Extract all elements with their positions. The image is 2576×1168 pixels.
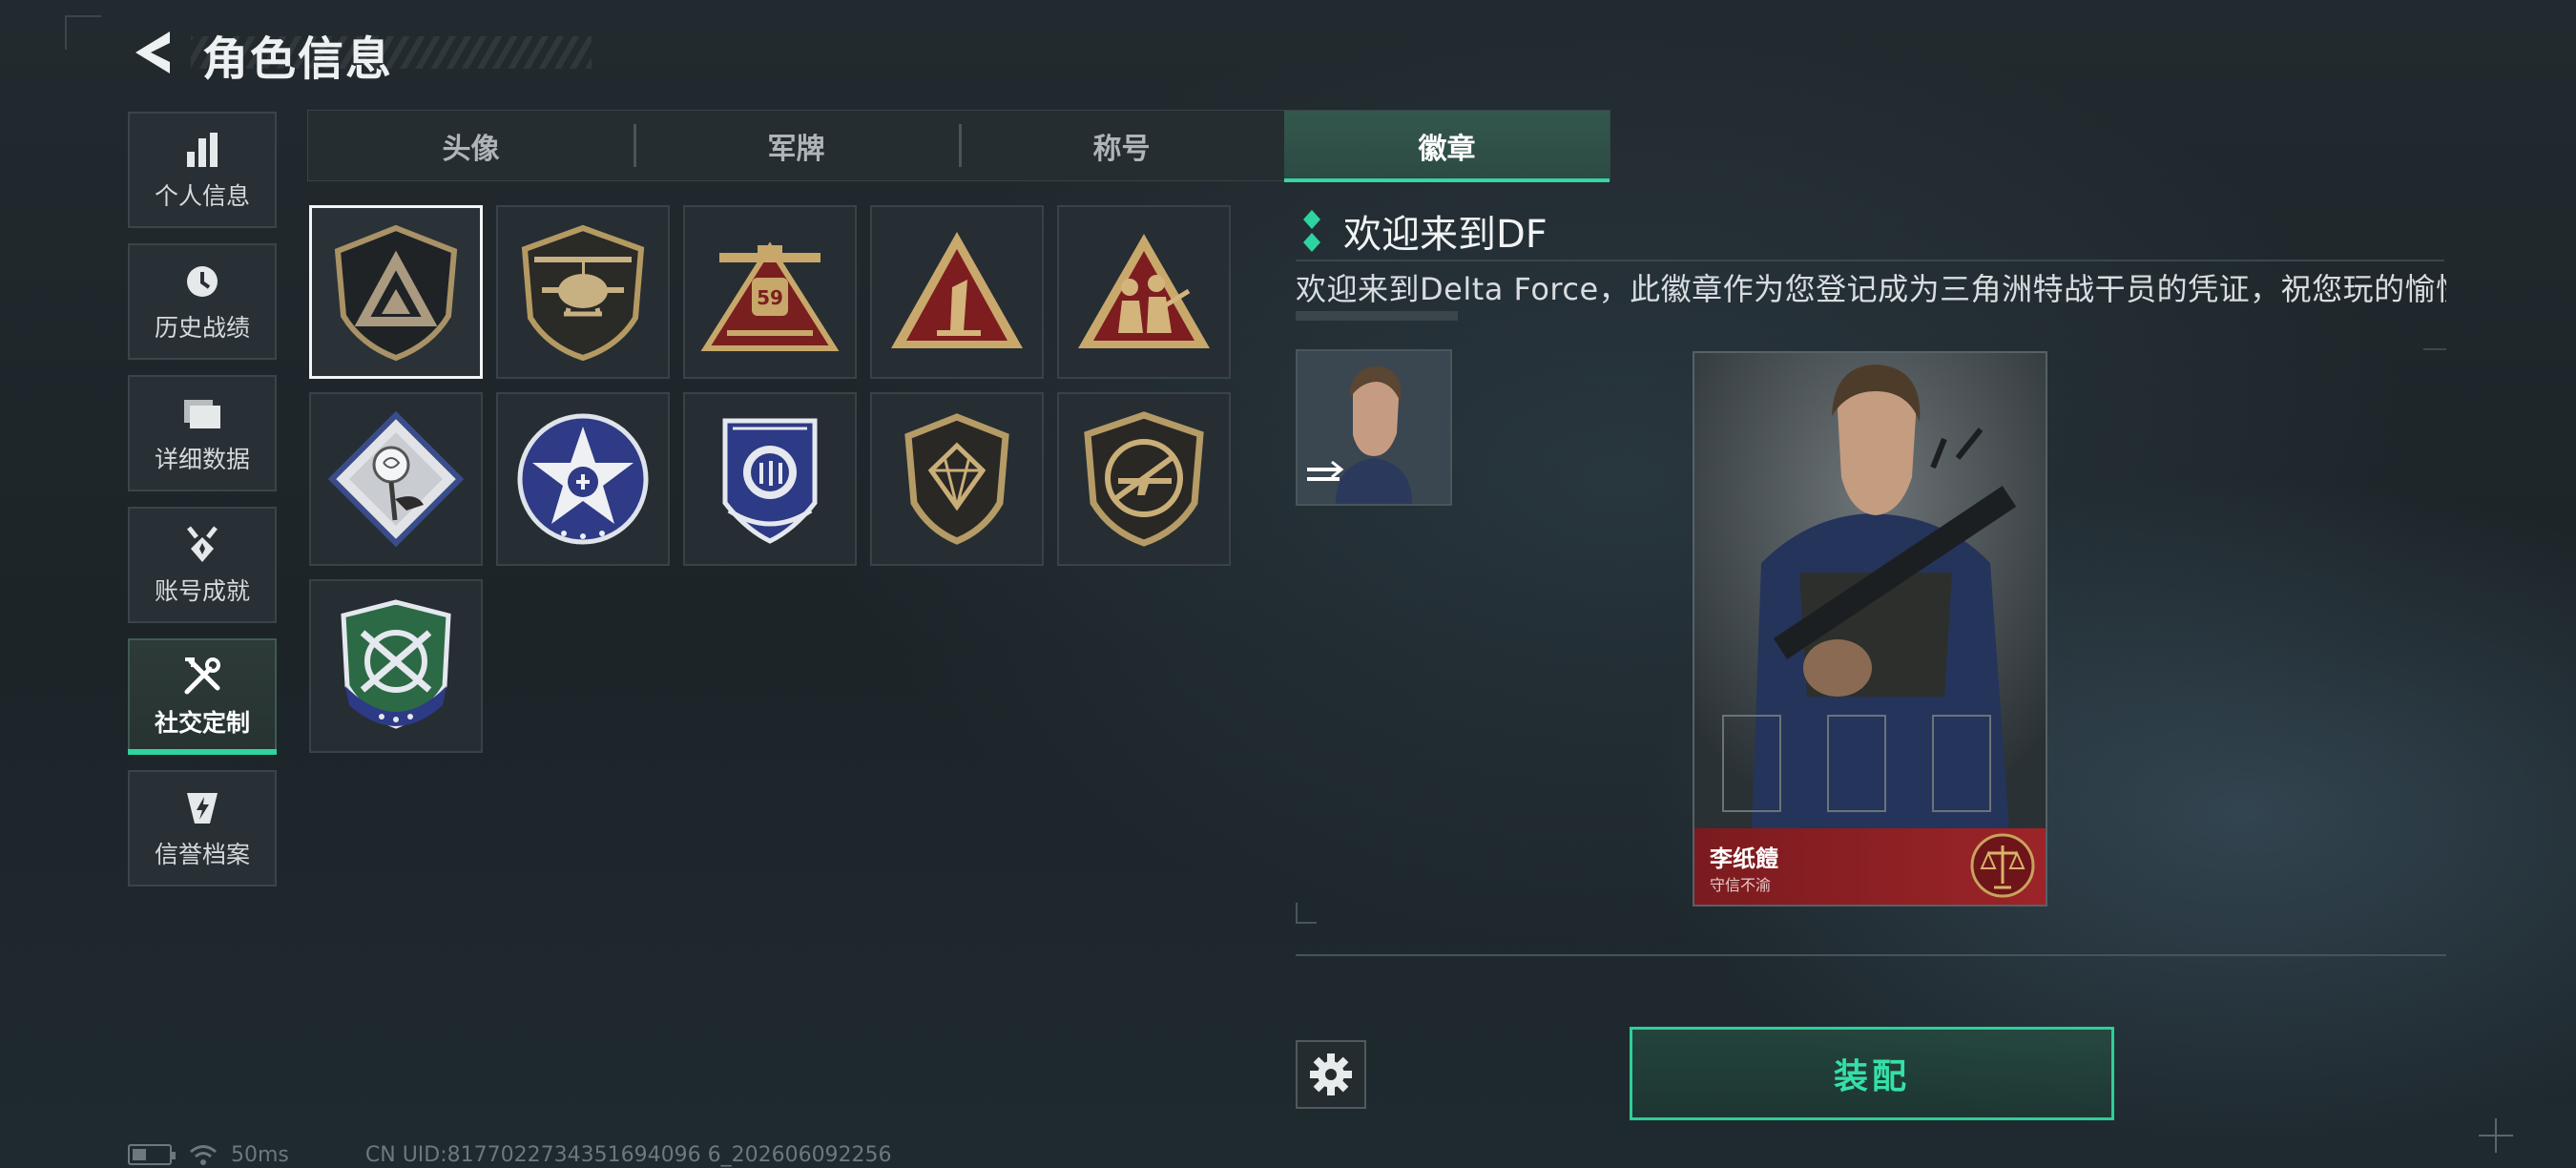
avatar-thumbnail[interactable]	[1296, 349, 1452, 506]
badge-description: 欢迎来到Delta Force，此徽章作为您登记成为三角洲特战干员的凭证，祝您玩…	[1296, 271, 2446, 307]
plane-59-badge-icon: 59	[700, 241, 840, 351]
sidebar-item-personal-info[interactable]: 个人信息	[128, 112, 277, 228]
sidebar-item-label: 社交定制	[154, 709, 250, 737]
badge-slot-plane-59[interactable]: 59	[683, 205, 857, 379]
crosshair-decoration-icon	[2479, 1118, 2513, 1153]
badge-slot-green-crossed[interactable]	[309, 579, 483, 753]
rose-diamond-badge-icon	[327, 410, 465, 548]
sidebar-item-account-achievements[interactable]: 账号成就	[128, 507, 277, 623]
frame-tick-decoration	[2423, 348, 2446, 350]
badge-slot-rose[interactable]	[309, 392, 483, 566]
category-tabs: 头像 军牌 称号 徽章	[307, 110, 1610, 182]
settings-button[interactable]	[1296, 1040, 1366, 1109]
detail-divider	[1296, 260, 2444, 261]
badge-detail-header: 欢迎来到DF	[1299, 203, 1548, 259]
sidebar-item-label: 个人信息	[154, 182, 250, 210]
frame-bottom-line	[1296, 954, 2446, 956]
frame-corner-decoration	[1296, 903, 1317, 924]
badge-slot-delta-shield[interactable]	[309, 205, 483, 379]
badge-slot-helicopter[interactable]	[496, 205, 670, 379]
operator-portrait-icon	[1298, 351, 1450, 504]
tools-icon	[180, 655, 224, 699]
badge-title: 欢迎来到DF	[1343, 213, 1548, 257]
operator-figure-icon	[1694, 353, 2046, 832]
clock-icon	[180, 260, 224, 303]
equip-button-label: 装配	[1833, 1057, 1910, 1096]
tab-avatar[interactable]: 头像	[308, 111, 634, 180]
sidebar-item-social-customization[interactable]: 社交定制	[128, 638, 277, 755]
gear-icon	[1310, 1053, 1352, 1095]
sidebar-item-label: 历史战绩	[154, 314, 250, 342]
description-scroll-indicator	[1296, 311, 1458, 321]
diamond-marker-icon	[1303, 210, 1320, 252]
equip-button[interactable]: 装配	[1630, 1027, 2114, 1120]
badge-slot-soldiers[interactable]	[1057, 205, 1231, 379]
sidebar-item-reputation-file[interactable]: 信誉档案	[128, 770, 277, 886]
delta-shield-badge-icon	[334, 224, 458, 362]
player-name: 李纸饐	[1710, 845, 1778, 872]
scales-emblem-icon	[1970, 833, 2035, 898]
green-crossed-shield-badge-icon	[341, 599, 451, 729]
sidebar-item-label: 账号成就	[154, 577, 250, 605]
sidebar-item-label: 信誉档案	[154, 841, 250, 868]
bar-chart-icon	[180, 128, 224, 172]
player-subtitle: 守信不渝	[1710, 876, 1772, 894]
soldiers-triangle-badge-icon	[1078, 234, 1210, 348]
badge-grid: 59	[309, 205, 1263, 753]
helicopter-badge-icon	[521, 224, 645, 362]
ping-readout: 50ms	[231, 1142, 289, 1167]
status-bar: 50ms CN UID:8177022734351694096 6_202606…	[128, 1141, 892, 1168]
lightning-shield-icon	[180, 786, 224, 830]
sidebar-item-label: 详细数据	[154, 446, 250, 473]
page-title: 角色信息	[202, 32, 394, 86]
uid-readout: CN UID:8177022734351694096 6_20260609225…	[364, 1142, 892, 1167]
sidebar: 个人信息 历史战绩 详细数据 账号成就 社交定制 信誉档案	[128, 112, 277, 902]
sidebar-item-match-history[interactable]: 历史战绩	[128, 243, 277, 360]
tab-badge[interactable]: 徽章	[1284, 111, 1610, 182]
number-one-triangle-badge-icon	[891, 232, 1023, 348]
blue-wreath-badge-icon	[722, 418, 818, 544]
badge-slot-rifle-shield[interactable]	[1057, 392, 1231, 566]
badge-slot-blue-wreath[interactable]	[683, 392, 857, 566]
blue-star-round-badge-icon	[517, 413, 649, 545]
operator-card: 李纸饐 守信不渝	[1693, 351, 2047, 907]
badge-slot-blue-star[interactable]	[496, 392, 670, 566]
back-arrow-icon	[135, 31, 170, 73]
battery-icon	[128, 1144, 176, 1165]
gem-shield-badge-icon	[904, 413, 1009, 545]
tab-title[interactable]: 称号	[959, 111, 1284, 180]
rifle-shield-badge-icon	[1084, 411, 1204, 547]
back-button[interactable]	[122, 25, 179, 80]
svg-text:59: 59	[757, 286, 783, 309]
badge-slot-number-one[interactable]	[870, 205, 1044, 379]
badge-slot-gem-shield[interactable]	[870, 392, 1044, 566]
card-nameplate: 李纸饐 守信不渝	[1694, 828, 2046, 905]
tab-dog-tag[interactable]: 军牌	[634, 111, 959, 180]
folder-icon	[180, 391, 224, 435]
sidebar-item-detailed-data[interactable]: 详细数据	[128, 375, 277, 491]
medal-icon	[180, 523, 224, 567]
wifi-icon	[190, 1145, 217, 1165]
corner-decoration	[65, 15, 101, 50]
